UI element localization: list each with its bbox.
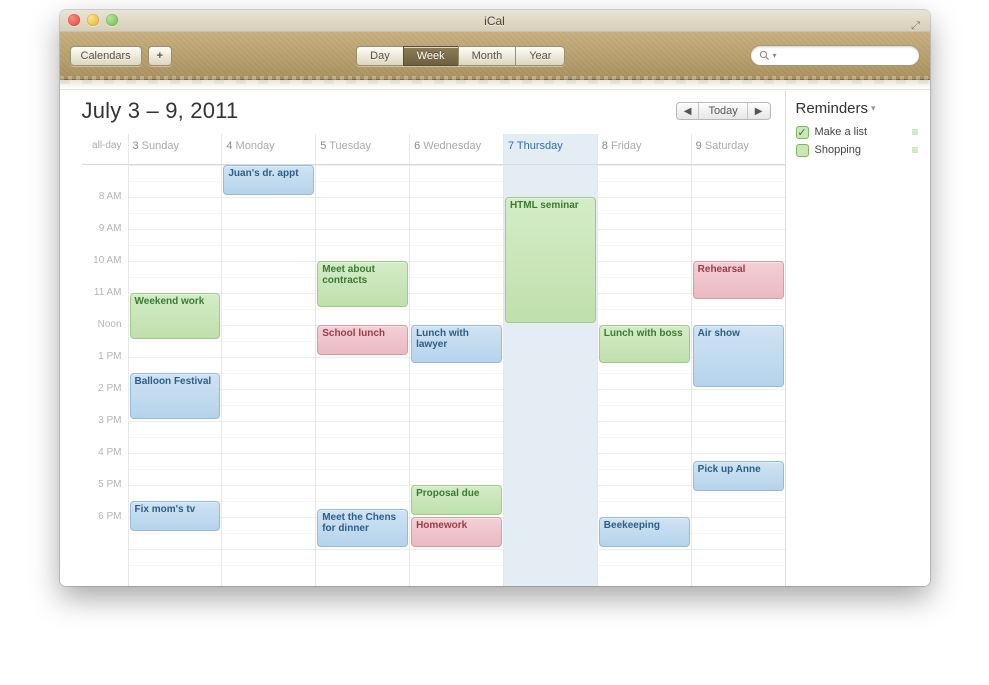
reminder-grip-icon[interactable]: ≡ bbox=[911, 125, 919, 139]
hour-label: 2 PM bbox=[82, 383, 128, 415]
add-button[interactable]: + bbox=[148, 46, 172, 66]
hour-label: 3 PM bbox=[82, 415, 128, 447]
reminder-item[interactable]: Shopping ≡ bbox=[796, 141, 920, 159]
next-week-button[interactable]: ▶ bbox=[747, 103, 770, 119]
calendar-event[interactable]: Lunch with lawyer bbox=[411, 325, 502, 363]
search-input[interactable] bbox=[777, 50, 911, 62]
day-column[interactable]: Lunch with lawyer Proposal dueHomework bbox=[409, 165, 503, 586]
calendar-event[interactable]: Meet the Chens for dinner bbox=[317, 509, 408, 547]
calendar-header: July 3 – 9, 2011 ◀ Today ▶ bbox=[82, 96, 785, 126]
day-header[interactable]: 3 Sunday bbox=[128, 134, 222, 164]
titlebar: iCal ⤢ bbox=[60, 10, 930, 32]
reminder-label: Shopping bbox=[815, 144, 862, 156]
calendars-button[interactable]: Calendars bbox=[70, 46, 142, 66]
hour-label: 4 PM bbox=[82, 447, 128, 479]
day-header[interactable]: 9 Saturday bbox=[691, 134, 785, 164]
calendar-event[interactable]: Proposal due bbox=[411, 485, 502, 515]
hour-label bbox=[82, 543, 128, 575]
reminder-grip-icon[interactable]: ≡ bbox=[911, 143, 919, 157]
prev-week-button[interactable]: ◀ bbox=[677, 103, 699, 119]
app-window: iCal ⤢ Calendars + Day Week Month Year ▾… bbox=[60, 10, 930, 586]
calendar-event[interactable]: School lunch bbox=[317, 325, 408, 355]
toolbar: Calendars + Day Week Month Year ▾ bbox=[60, 32, 930, 80]
calendar-event[interactable]: Meet about contracts bbox=[317, 261, 408, 307]
time-column: 8 AM9 AM10 AM11 AMNoon1 PM2 PM3 PM4 PM5 … bbox=[82, 165, 128, 586]
date-nav: ◀ Today ▶ bbox=[676, 102, 771, 120]
calendar-event[interactable]: Pick up Anne bbox=[693, 461, 784, 491]
reminder-label: Make a list bbox=[815, 126, 868, 138]
day-header[interactable]: 6 Wednesday bbox=[409, 134, 503, 164]
traffic-lights bbox=[68, 14, 118, 26]
calendar-event[interactable]: Air show bbox=[693, 325, 784, 387]
reminder-checkbox[interactable]: ✓ bbox=[796, 126, 809, 139]
day-header[interactable]: 7 Thursday bbox=[503, 134, 597, 164]
view-segmented-control: Day Week Month Year bbox=[356, 46, 565, 66]
day-column[interactable]: Weekend work Balloon Festival Fix mom's tv bbox=[128, 165, 222, 586]
calendar-pane: July 3 – 9, 2011 ◀ Today ▶ all-day 3 Sun… bbox=[60, 90, 785, 586]
main-body: July 3 – 9, 2011 ◀ Today ▶ all-day 3 Sun… bbox=[60, 90, 930, 586]
day-header[interactable]: 4 Monday bbox=[221, 134, 315, 164]
minimize-icon[interactable] bbox=[87, 14, 99, 26]
hour-label: 1 PM bbox=[82, 351, 128, 383]
fullscreen-icon[interactable]: ⤢ bbox=[910, 15, 922, 27]
days-container: Weekend work Balloon Festival Fix mom's tv… bbox=[128, 165, 785, 586]
search-field[interactable]: ▾ bbox=[750, 45, 920, 66]
window-title: iCal bbox=[484, 14, 505, 28]
day-column[interactable]: Lunch with boss Beekeeping bbox=[597, 165, 691, 586]
hour-label: 5 PM bbox=[82, 479, 128, 511]
day-header[interactable]: 8 Friday bbox=[597, 134, 691, 164]
hour-label: 10 AM bbox=[82, 255, 128, 287]
day-column[interactable]: Juan's dr. appt bbox=[221, 165, 315, 586]
calendar-event[interactable]: Beekeeping bbox=[599, 517, 690, 547]
today-button[interactable]: Today bbox=[698, 103, 746, 119]
day-header-row: all-day 3 Sunday4 Monday5 Tuesday6 Wedne… bbox=[82, 134, 785, 165]
day-header[interactable]: 5 Tuesday bbox=[315, 134, 409, 164]
view-year-button[interactable]: Year bbox=[515, 46, 565, 66]
day-column[interactable]: Rehearsal Air show Pick up Anne bbox=[691, 165, 785, 586]
reminders-title-label: Reminders bbox=[796, 100, 869, 117]
hour-label: 8 AM bbox=[82, 191, 128, 223]
view-week-button[interactable]: Week bbox=[403, 46, 459, 66]
day-column[interactable]: Meet about contracts School lunch Meet the… bbox=[315, 165, 409, 586]
reminders-heading[interactable]: Reminders ▾ bbox=[796, 100, 920, 117]
close-icon[interactable] bbox=[68, 14, 80, 26]
calendar-event[interactable]: Rehearsal bbox=[693, 261, 784, 299]
paper-tear-decoration bbox=[60, 80, 930, 90]
day-column[interactable]: HTML seminar bbox=[503, 165, 597, 586]
hour-label: 9 AM bbox=[82, 223, 128, 255]
week-grid[interactable]: 8 AM9 AM10 AM11 AMNoon1 PM2 PM3 PM4 PM5 … bbox=[82, 165, 785, 586]
reminders-disclosure-icon[interactable]: ▾ bbox=[871, 103, 876, 114]
calendar-event[interactable]: Weekend work bbox=[130, 293, 221, 339]
search-icon bbox=[759, 50, 770, 61]
view-month-button[interactable]: Month bbox=[458, 46, 517, 66]
calendar-event[interactable]: Homework bbox=[411, 517, 502, 547]
reminder-item[interactable]: ✓ Make a list ≡ bbox=[796, 123, 920, 141]
view-day-button[interactable]: Day bbox=[356, 46, 404, 66]
zoom-icon[interactable] bbox=[106, 14, 118, 26]
hour-label: 6 PM bbox=[82, 511, 128, 543]
reminders-pane: Reminders ▾ ✓ Make a list ≡ Shopping ≡ bbox=[785, 90, 930, 586]
hour-label bbox=[82, 165, 128, 191]
calendar-event[interactable]: Fix mom's tv bbox=[130, 501, 221, 531]
calendar-event[interactable]: Balloon Festival bbox=[130, 373, 221, 419]
calendar-event[interactable]: Lunch with boss bbox=[599, 325, 690, 363]
calendar-event[interactable]: Juan's dr. appt bbox=[223, 165, 314, 195]
allday-label: all-day bbox=[82, 134, 128, 164]
calendar-event[interactable]: HTML seminar bbox=[505, 197, 596, 323]
reminders-list: ✓ Make a list ≡ Shopping ≡ bbox=[796, 123, 920, 159]
date-range-title: July 3 – 9, 2011 bbox=[82, 98, 239, 124]
hour-label: Noon bbox=[82, 319, 128, 351]
hour-label: 11 AM bbox=[82, 287, 128, 319]
reminder-checkbox[interactable] bbox=[796, 144, 809, 157]
